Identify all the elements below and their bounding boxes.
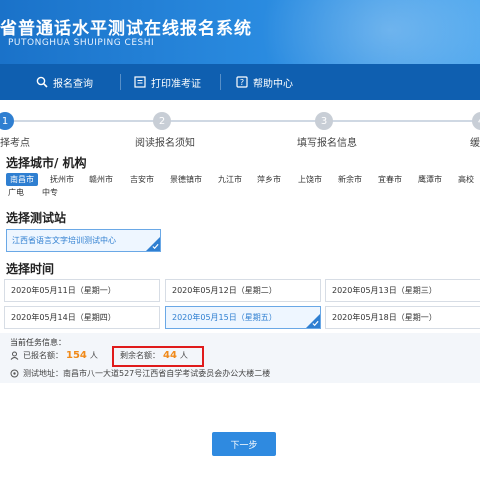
time-slot[interactable]: 2020年05月12日（星期二） bbox=[165, 279, 321, 302]
time-slot[interactable]: 2020年05月11日（星期一） bbox=[4, 279, 160, 302]
city-option[interactable]: 广电 bbox=[8, 186, 24, 199]
nav-bar: 报名查询 打印准考证 ? 帮助中心 bbox=[0, 64, 480, 100]
svg-text:?: ? bbox=[240, 78, 244, 87]
system-title: 省普通话水平测试在线报名系统 bbox=[0, 19, 252, 39]
step-1-marker: 1 bbox=[0, 112, 14, 130]
check-icon bbox=[152, 243, 159, 250]
nav-divider bbox=[220, 74, 221, 90]
nav-item-label: 帮助中心 bbox=[253, 78, 293, 90]
nav-item-label: 报名查询 bbox=[53, 78, 93, 90]
step-4-marker: 4 bbox=[472, 112, 480, 130]
city-option[interactable]: 抚州市 bbox=[50, 173, 74, 186]
nav-item-print[interactable]: 打印准考证 bbox=[134, 64, 201, 100]
progress-steps: 1 择考点 2 阅读报名须知 3 填写报名信息 4 缓 bbox=[0, 100, 480, 150]
city-option[interactable]: 吉安市 bbox=[130, 173, 154, 186]
nav-divider bbox=[120, 74, 121, 90]
time-slot-label: 2020年05月13日（星期三） bbox=[332, 286, 437, 295]
nav-item-query[interactable]: 报名查询 bbox=[36, 64, 93, 100]
time-slot-label: 2020年05月18日（星期一） bbox=[332, 313, 437, 322]
step-3-label: 填写报名信息 bbox=[297, 138, 357, 149]
registered-count: 154 bbox=[66, 350, 87, 361]
station-option-selected[interactable]: 江西省语言文字培训测试中心 bbox=[6, 229, 161, 252]
time-section-title: 选择时间 bbox=[6, 262, 55, 276]
city-option[interactable]: 萍乡市 bbox=[257, 173, 281, 186]
city-option[interactable]: 南昌市 bbox=[6, 173, 38, 186]
registered-count-line: 已报名额： 154 人 bbox=[10, 350, 98, 361]
nav-item-label: 打印准考证 bbox=[151, 78, 201, 90]
step-2-label: 阅读报名须知 bbox=[135, 138, 195, 149]
time-slot[interactable]: 2020年05月18日（星期一） bbox=[325, 306, 480, 329]
time-slot-selected[interactable]: 2020年05月15日（星期五） bbox=[165, 306, 321, 329]
time-slot-label: 2020年05月15日（星期五） bbox=[172, 313, 277, 322]
header-banner: 省普通话水平测试在线报名系统 PUTONGHUA SHUIPING CESHI bbox=[0, 0, 480, 64]
station-label: 江西省语言文字培训测试中心 bbox=[12, 236, 116, 245]
city-section-title: 选择城市/ 机构 bbox=[6, 156, 87, 170]
city-option[interactable]: 九江市 bbox=[218, 173, 242, 186]
city-option[interactable]: 新余市 bbox=[338, 173, 362, 186]
print-icon bbox=[134, 76, 146, 88]
help-icon: ? bbox=[236, 76, 248, 88]
registered-label: 已报名额： bbox=[23, 351, 63, 360]
time-slot[interactable]: 2020年05月13日（星期三） bbox=[325, 279, 480, 302]
address-line: 测试地址： 南昌市八一大道527号江西省自学考试委员会办公大楼二楼 bbox=[10, 368, 270, 379]
check-icon bbox=[312, 320, 319, 327]
address-value: 南昌市八一大道527号江西省自学考试委员会办公大楼二楼 bbox=[63, 369, 271, 378]
time-slot[interactable]: 2020年05月14日（星期四） bbox=[4, 306, 160, 329]
city-option[interactable]: 中专 bbox=[42, 186, 58, 199]
registered-unit: 人 bbox=[89, 351, 98, 360]
location-icon bbox=[10, 369, 19, 378]
city-option[interactable]: 景德镇市 bbox=[170, 173, 202, 186]
next-step-button[interactable]: 下一步 bbox=[212, 432, 276, 456]
city-option[interactable]: 鹰潭市 bbox=[418, 173, 442, 186]
person-icon bbox=[10, 351, 19, 360]
system-subtitle: PUTONGHUA SHUIPING CESHI bbox=[8, 38, 155, 48]
step-1-label: 择考点 bbox=[0, 138, 30, 149]
task-info-panel: 当前任务信息： 已报名额： 154 人 剩余名额： 44 人 测试地址： 南昌市… bbox=[0, 333, 480, 383]
step-2-marker: 2 bbox=[153, 112, 171, 130]
step-4-label: 缓 bbox=[470, 138, 480, 149]
nav-item-help[interactable]: ? 帮助中心 bbox=[236, 64, 293, 100]
city-option[interactable]: 上饶市 bbox=[298, 173, 322, 186]
address-label: 测试地址： bbox=[23, 369, 63, 378]
time-slot-label: 2020年05月14日（星期四） bbox=[11, 313, 116, 322]
remaining-highlight-box bbox=[112, 346, 204, 367]
search-icon bbox=[36, 76, 48, 88]
info-title: 当前任务信息： bbox=[10, 338, 66, 347]
time-slot-label: 2020年05月11日（星期一） bbox=[11, 286, 116, 295]
city-option[interactable]: 宜春市 bbox=[378, 173, 402, 186]
step-connector bbox=[14, 120, 479, 122]
banner-glow bbox=[260, 0, 480, 64]
city-option[interactable]: 高校 bbox=[458, 173, 474, 186]
city-option[interactable]: 赣州市 bbox=[89, 173, 113, 186]
step-3-marker: 3 bbox=[315, 112, 333, 130]
station-section-title: 选择测试站 bbox=[6, 211, 67, 225]
time-slot-label: 2020年05月12日（星期二） bbox=[172, 286, 277, 295]
